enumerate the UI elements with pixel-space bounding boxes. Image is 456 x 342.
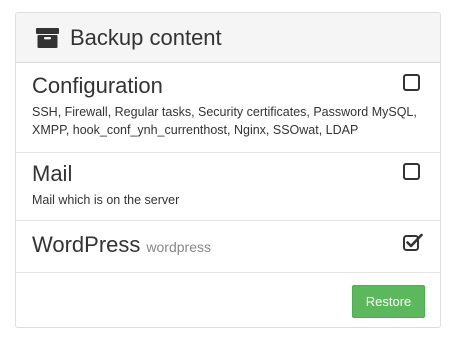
panel-footer: Restore: [16, 273, 440, 327]
item-description: Mail which is on the server: [32, 193, 180, 207]
configuration-checkbox[interactable]: [403, 74, 420, 91]
list-item-mail[interactable]: Mail Mail which is on the server: [16, 153, 440, 221]
restore-button[interactable]: Restore: [352, 285, 425, 318]
item-name: WordPress: [32, 232, 141, 257]
item-description: SSH, Firewall, Regular tasks, Security c…: [32, 105, 417, 137]
list-item-configuration[interactable]: Configuration SSH, Firewall, Regular tas…: [16, 63, 440, 153]
item-name: Configuration: [32, 73, 163, 98]
check-icon: [403, 233, 423, 251]
wordpress-checkbox[interactable]: [403, 233, 423, 251]
item-subtitle: wordpress: [146, 239, 211, 255]
mail-checkbox[interactable]: [403, 163, 420, 180]
backup-content-panel: Backup content Configuration SSH, Firewa…: [15, 12, 441, 328]
panel-title: Backup content: [70, 24, 222, 50]
archive-icon: [36, 27, 59, 48]
panel-heading: Backup content: [16, 13, 440, 63]
item-name: Mail: [32, 161, 73, 186]
list-item-wordpress[interactable]: WordPress wordpress: [16, 221, 440, 273]
item-name-wrapper: WordPress wordpress: [32, 234, 211, 256]
